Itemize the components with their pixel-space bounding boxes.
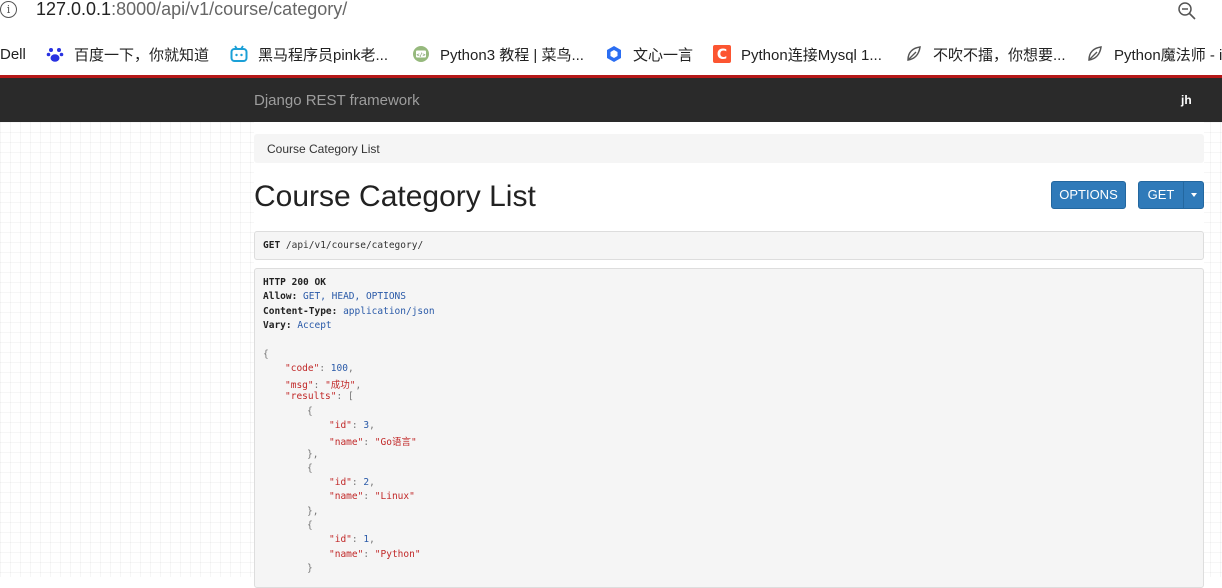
svg-text:</>: </>: [416, 52, 425, 58]
json-item-open: {: [307, 463, 313, 474]
json-key: "name": [329, 491, 364, 502]
json-key: "id": [329, 534, 352, 545]
json-key: "id": [329, 477, 352, 488]
json-line-id: "id": 3,: [329, 420, 375, 431]
json-item-close: }: [307, 563, 313, 574]
response-header: Allow: GET, HEAD, OPTIONS: [263, 291, 406, 302]
json-line-name: "name": "Linux": [329, 491, 415, 502]
bookmark-label: Python魔法师 - i: [1114, 46, 1222, 64]
runoob-code-icon: </>: [413, 46, 429, 62]
response-status: HTTP 200 OK: [263, 277, 326, 288]
json-value: "Python": [374, 549, 421, 560]
options-button[interactable]: OPTIONS: [1051, 181, 1126, 209]
json-value: "Linux": [374, 491, 415, 502]
header-value: application/json: [337, 306, 435, 317]
json-item-open: {: [307, 406, 313, 417]
baidu-paw-icon: [46, 48, 64, 62]
address-bar[interactable]: i 127.0.0.1:8000/api/v1/course/category/: [0, 0, 1222, 28]
get-button[interactable]: GET: [1138, 181, 1184, 209]
get-format-dropdown[interactable]: [1183, 181, 1204, 209]
bilibili-tv-icon: [230, 45, 248, 62]
bookmark-label: Python3 教程 | 菜鸟...: [440, 46, 584, 64]
json-key: "code": [285, 363, 320, 374]
header-key: Allow:: [263, 291, 298, 302]
json-value: "Go语言": [374, 437, 417, 448]
bookmark-dell[interactable]: Dell: [0, 44, 26, 64]
request-info: GET /api/v1/course/category/: [254, 231, 1204, 260]
json-item-close: },: [307, 449, 319, 460]
response-header: Vary: Accept: [263, 320, 332, 331]
bookmark-wenxin[interactable]: 文心一言: [605, 44, 693, 64]
csdn-c-icon: C: [713, 45, 731, 63]
json-line-name: "name": "Go语言": [329, 437, 417, 448]
caret-down-icon: [1190, 192, 1197, 197]
svg-text:C: C: [717, 47, 727, 63]
json-key: "id": [329, 420, 352, 431]
json-key: "msg": [285, 380, 314, 391]
header-value: Accept: [291, 320, 332, 331]
url-host: 127.0.0.1: [36, 0, 112, 19]
wenxin-cube-icon: [607, 46, 621, 62]
json-line-results: "results": [: [285, 391, 354, 402]
json-open-brace: {: [263, 349, 269, 360]
breadcrumb: Course Category List: [254, 134, 1204, 163]
json-line-code: "code": 100,: [285, 363, 354, 374]
bookmark-label: 黑马程序员pink老...: [258, 46, 389, 64]
zhihu-leaf-icon: [1088, 46, 1102, 61]
json-line-id: "id": 2,: [329, 477, 375, 488]
header-value: GET, HEAD, OPTIONS: [297, 291, 406, 302]
page-title: Course Category List: [254, 180, 536, 213]
json-value: "成功": [325, 380, 356, 391]
zhihu-leaf-icon: [907, 46, 921, 61]
header-key: Content-Type:: [263, 306, 338, 317]
bookmark-csdn[interactable]: C Python连接Mysql 1...: [713, 44, 882, 64]
bookmark-runoob[interactable]: </> Python3 教程 | 菜鸟...: [412, 44, 584, 64]
json-item-open: {: [307, 520, 313, 531]
json-key: "results": [285, 391, 337, 402]
bookmark-zhihu-1[interactable]: 不吹不擂，你想要...: [905, 44, 1066, 64]
bookmark-label: Dell: [0, 45, 26, 63]
navbar-brand[interactable]: Django REST framework: [254, 92, 420, 109]
url-path: :8000/api/v1/course/category/: [111, 0, 348, 19]
header-key: Vary:: [263, 320, 292, 331]
bookmark-label: 百度一下，你就知道: [74, 46, 210, 64]
json-item-close: },: [307, 506, 319, 517]
bookmark-baidu[interactable]: 百度一下，你就知道: [46, 44, 209, 64]
bookmark-zhihu-2[interactable]: Python魔法师 - i: [1086, 44, 1222, 64]
info-icon[interactable]: i: [0, 1, 17, 18]
json-key: "name": [329, 549, 364, 560]
bookmark-label: 文心一言: [633, 46, 694, 64]
json-bracket: [: [347, 391, 354, 402]
bookmark-bilibili[interactable]: 黑马程序员pink老...: [230, 44, 388, 64]
json-key: "name": [329, 437, 364, 448]
response-info: HTTP 200 OK Allow: GET, HEAD, OPTIONS Co…: [254, 268, 1204, 588]
json-line-name: "name": "Python": [329, 549, 421, 560]
json-value: 100: [330, 363, 348, 374]
request-method: GET: [263, 240, 281, 251]
breadcrumb-item-active[interactable]: Course Category List: [267, 142, 380, 156]
json-line-msg: "msg": "成功",: [285, 380, 362, 391]
bookmarks-bar: Dell 百度一下，你就知道 黑马程序员pink老... </> Python3…: [0, 28, 1222, 75]
request-path: /api/v1/course/category/: [280, 240, 424, 251]
navbar-user-menu[interactable]: jh: [1181, 93, 1192, 107]
url-text[interactable]: 127.0.0.1:8000/api/v1/course/category/: [36, 0, 347, 20]
json-line-id: "id": 1,: [329, 534, 375, 545]
bookmark-label: Python连接Mysql 1...: [741, 46, 882, 64]
bookmark-label: 不吹不擂，你想要...: [933, 46, 1066, 64]
drf-navbar: Django REST framework jh: [0, 78, 1222, 122]
response-header: Content-Type: application/json: [263, 306, 435, 317]
zoom-out-icon[interactable]: [1177, 1, 1197, 21]
